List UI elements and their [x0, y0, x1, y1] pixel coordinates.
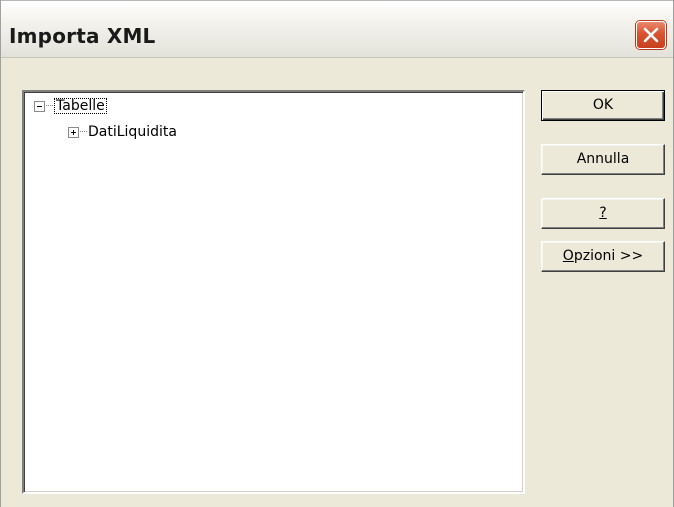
title-bar[interactable]: Importa XML — [1, 0, 673, 58]
close-icon — [643, 27, 659, 43]
tree-item-tabelle[interactable]: Tabelle — [34, 96, 107, 116]
tree-item-label: DatiLiquidita — [88, 124, 177, 140]
help-mnemonic: ? — [599, 205, 607, 221]
expand-icon[interactable] — [68, 126, 79, 138]
cancel-button[interactable]: Annulla — [541, 144, 665, 175]
tree-item-datiliquidita[interactable]: DatiLiquidita — [68, 122, 177, 142]
options-button[interactable]: Opzioni >> — [541, 241, 665, 272]
import-xml-dialog: Importa XML Tabelle DatiLiquidita OK Ann… — [0, 0, 674, 507]
close-button[interactable] — [636, 21, 666, 49]
options-label-rest: pzioni >> — [573, 248, 644, 264]
tree-item-label: Tabelle — [54, 98, 107, 114]
ok-button[interactable]: OK — [541, 90, 665, 121]
help-button[interactable]: ? — [541, 198, 665, 229]
collapse-icon[interactable] — [34, 100, 45, 112]
options-mnemonic: O — [562, 248, 574, 264]
dialog-title: Importa XML — [9, 24, 156, 48]
tree-connector — [46, 105, 53, 107]
tree-connector — [80, 131, 87, 133]
xml-tree-view[interactable]: Tabelle DatiLiquidita — [22, 90, 525, 494]
